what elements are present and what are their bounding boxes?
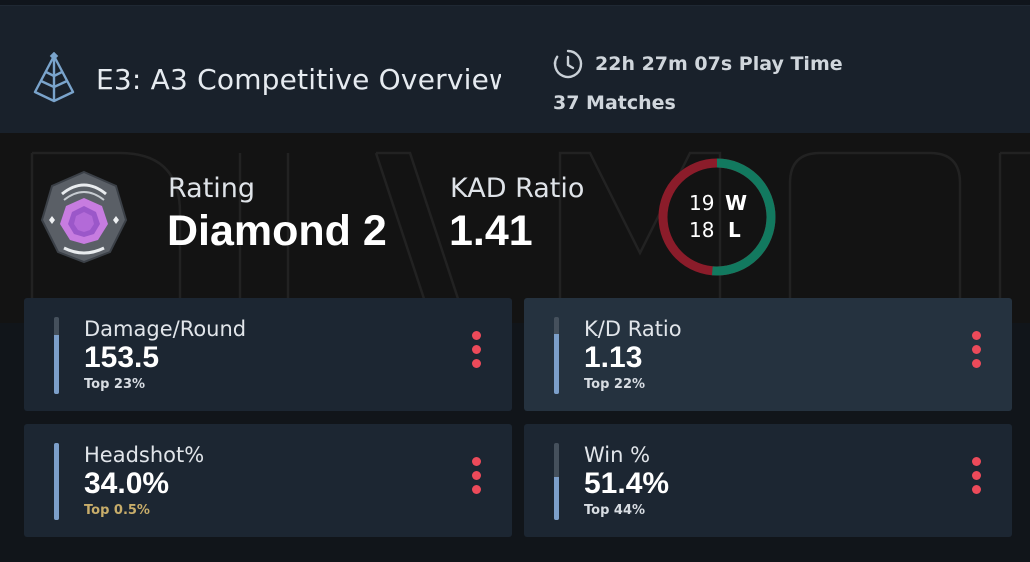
win-loss-ring xyxy=(658,158,776,276)
percentile-bar-fill xyxy=(54,443,59,520)
play-time-text: 22h 27m 07s Play Time xyxy=(595,53,843,75)
stat-label: Damage/Round xyxy=(84,317,247,341)
page-title: E3: A3 Competitive Overview xyxy=(96,63,501,96)
wins-letter: W xyxy=(725,191,748,215)
stat-percentile: Top 0.5% xyxy=(84,503,150,518)
losses-letter: L xyxy=(728,218,741,242)
more-options-icon[interactable] xyxy=(468,331,484,371)
more-options-icon[interactable] xyxy=(968,457,984,497)
clock-icon xyxy=(553,49,583,79)
pyramid-logo-icon xyxy=(33,52,75,103)
percentile-bar xyxy=(554,443,559,520)
more-options-icon[interactable] xyxy=(968,331,984,371)
stat-value: 1.13 xyxy=(584,341,643,374)
percentile-bar-fill xyxy=(554,333,559,394)
stat-value: 153.5 xyxy=(84,341,160,374)
matches-count: 37 Matches xyxy=(553,92,676,114)
stat-value: 51.4% xyxy=(584,467,670,500)
stat-percentile: Top 44% xyxy=(584,503,646,518)
stat-card-kd-ratio[interactable]: K/D Ratio 1.13 Top 22% xyxy=(524,298,1012,411)
stat-percentile: Top 22% xyxy=(584,377,646,392)
percentile-bar-fill xyxy=(54,334,59,394)
percentile-bar xyxy=(54,317,59,394)
losses-count: 18 xyxy=(689,218,715,242)
stat-label: Headshot% xyxy=(84,443,205,467)
stat-percentile: Top 23% xyxy=(84,377,146,392)
more-options-icon[interactable] xyxy=(468,457,484,497)
kad-ratio-value: 1.41 xyxy=(449,207,533,255)
rating-label: Rating xyxy=(168,173,256,204)
wins-count: 19 xyxy=(689,191,715,215)
stat-value: 34.0% xyxy=(84,467,170,500)
diamond-rank-badge-icon xyxy=(40,170,128,264)
stat-card-headshot[interactable]: Headshot% 34.0% Top 0.5% xyxy=(24,424,512,537)
kad-ratio-label: KAD Ratio xyxy=(450,173,585,204)
stat-label: Win % xyxy=(584,443,651,467)
percentile-bar xyxy=(54,443,59,520)
stat-label: K/D Ratio xyxy=(584,317,682,341)
rating-value: Diamond 2 xyxy=(167,207,387,255)
percentile-bar xyxy=(554,317,559,394)
stat-card-win-percent[interactable]: Win % 51.4% Top 44% xyxy=(524,424,1012,537)
percentile-bar-fill xyxy=(554,476,559,520)
stat-card-damage-round[interactable]: Damage/Round 153.5 Top 23% xyxy=(24,298,512,411)
header: E3: A3 Competitive Overview 22h 27m 07s … xyxy=(0,6,1030,133)
